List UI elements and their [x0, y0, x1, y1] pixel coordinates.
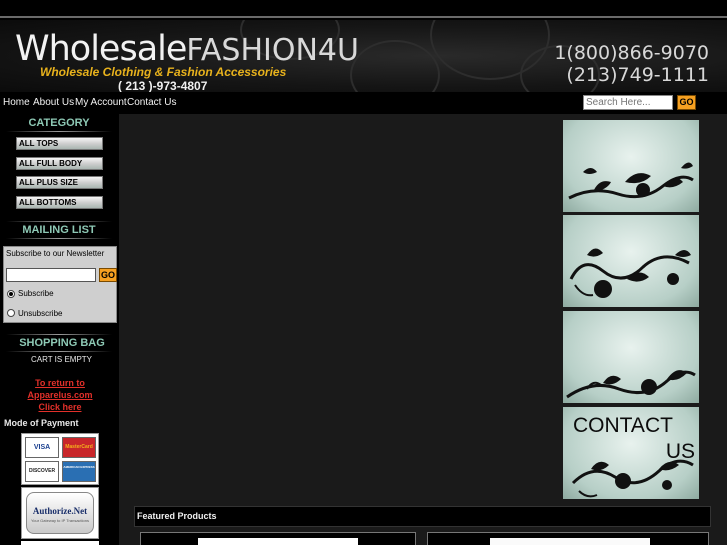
- site-header: WholesaleFASHION4U Wholesale Clothing & …: [0, 20, 727, 92]
- mailing-divider-top: [6, 221, 112, 222]
- toll-free-phone: 1(800)866-9070: [554, 42, 709, 64]
- featured-products-title: Featured Products: [137, 511, 217, 521]
- mailing-divider-bottom: [6, 238, 112, 239]
- mailing-list-title: MAILING LIST: [22, 224, 96, 236]
- banner-floral-3[interactable]: [563, 311, 699, 403]
- contact-us-banner[interactable]: CONTACT US: [563, 407, 699, 499]
- subscribe-radio[interactable]: [7, 290, 15, 298]
- newsletter-go-button[interactable]: GO: [99, 268, 117, 282]
- authorize-net-badge: Authorize.Net Your Gateway to IP Transac…: [26, 492, 94, 534]
- top-bar: [0, 0, 727, 18]
- floral-swirl-icon: [569, 248, 691, 298]
- payment-seal-partial: [21, 541, 99, 545]
- authorize-net-seal[interactable]: Authorize.Net Your Gateway to IP Transac…: [21, 487, 99, 539]
- site-logo[interactable]: WholesaleFASHION4U: [15, 32, 359, 67]
- bag-divider-top: [6, 334, 112, 335]
- newsletter-email-input[interactable]: [6, 268, 96, 282]
- mastercard-icon: MasterCard: [62, 437, 96, 458]
- floral-swirl-icon: [566, 370, 696, 399]
- shopping-bag-title: SHOPPING BAG: [19, 337, 105, 349]
- bag-divider-bottom: [6, 351, 112, 352]
- unsubscribe-radio[interactable]: [7, 309, 15, 317]
- product-image[interactable]: [198, 538, 358, 545]
- authorize-net-name: Authorize.Net: [32, 506, 88, 516]
- newsletter-form: Subscribe to our Newsletter GO Subscribe…: [3, 246, 117, 323]
- cart-status: CART IS EMPTY: [30, 355, 93, 364]
- amex-card-icon: AMERICAN EXPRESS: [62, 461, 96, 482]
- return-to-apparelus-link[interactable]: To return to Apparelus.com Click here: [20, 377, 100, 413]
- category-all-bottoms[interactable]: ALL BOTTOMS: [16, 196, 103, 209]
- contact-line-1: CONTACT: [573, 414, 673, 437]
- featured-products-header: Featured Products: [134, 506, 711, 527]
- header-swirl-decoration: [350, 40, 440, 92]
- payment-title: Mode of Payment: [4, 418, 79, 428]
- banner-floral-2[interactable]: [563, 215, 699, 307]
- unsubscribe-label: Unsubscribe: [18, 309, 63, 318]
- product-card[interactable]: [427, 532, 709, 545]
- newsletter-label: Subscribe to our Newsletter: [6, 249, 105, 258]
- nav-contact-us[interactable]: Contact Us: [127, 97, 176, 108]
- category-all-full-body[interactable]: ALL FULL BODY: [16, 157, 103, 170]
- visa-card-icon: VISA: [25, 437, 59, 458]
- category-divider: [6, 131, 112, 132]
- store-phone: (213)749-1111: [566, 64, 709, 86]
- authorize-net-subtext: Your Gateway to IP Transactions: [30, 518, 90, 523]
- nav-about-us[interactable]: About Us: [33, 97, 74, 108]
- category-title: CATEGORY: [28, 117, 90, 129]
- local-phone: ( 213 )-973-4807: [118, 79, 208, 92]
- product-image[interactable]: [490, 538, 650, 545]
- banner-floral-1[interactable]: [563, 120, 699, 212]
- site-tagline: Wholesale Clothing & Fashion Accessories: [40, 65, 287, 79]
- floral-swirl-icon: [568, 162, 694, 200]
- subscribe-label: Subscribe: [18, 289, 54, 298]
- contact-us-text: CONTACT US: [573, 413, 697, 465]
- search-input[interactable]: [583, 95, 673, 110]
- logo-text-fashion4u: FASHION4U: [186, 33, 359, 68]
- logo-text-wholesale: Wholesale: [15, 29, 187, 69]
- category-all-plus-size[interactable]: ALL PLUS SIZE: [16, 176, 103, 189]
- discover-card-icon: DISCOVER: [25, 461, 59, 482]
- product-card[interactable]: [140, 532, 416, 545]
- nav-home[interactable]: Home: [3, 97, 30, 108]
- page: WholesaleFASHION4U Wholesale Clothing & …: [0, 0, 727, 545]
- search-go-button[interactable]: GO: [677, 95, 696, 110]
- category-all-tops[interactable]: ALL TOPS: [16, 137, 103, 150]
- contact-line-2: US: [665, 440, 695, 463]
- nav-my-account[interactable]: My Account: [75, 97, 127, 108]
- payment-cards: VISA MasterCard DISCOVER AMERICAN EXPRES…: [21, 433, 99, 485]
